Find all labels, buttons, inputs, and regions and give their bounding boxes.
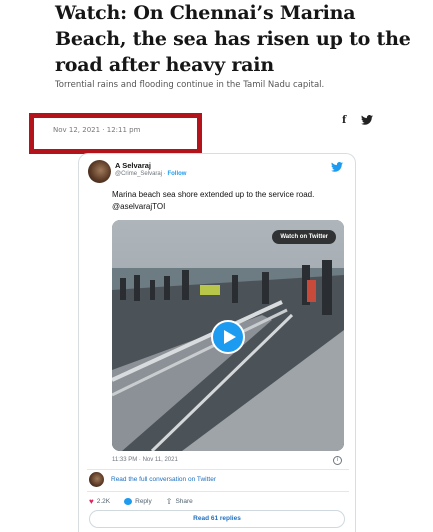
tweet-timestamp[interactable]: 11:33 PM · Nov 11, 2021 (112, 457, 178, 463)
article-subhead: Torrential rains and flooding continue i… (55, 80, 325, 90)
reply-action[interactable]: Reply (124, 498, 152, 505)
facebook-icon[interactable]: f (342, 115, 346, 126)
like-count: 2.2K (96, 498, 111, 505)
watch-on-twitter-button[interactable]: Watch on Twitter (272, 230, 336, 244)
like-action[interactable]: ♥ 2.2K (89, 497, 110, 506)
avatar[interactable] (88, 160, 111, 183)
tweet-handle-line: @Crime_Selvaraj · Follow (115, 171, 186, 177)
heart-icon: ♥ (89, 497, 94, 506)
reply-label: Reply (135, 498, 152, 505)
info-icon[interactable]: i (333, 456, 342, 465)
tweet-actions: ♥ 2.2K Reply ⇧ Share (89, 497, 193, 506)
share-icon: ⇧ (165, 497, 173, 506)
play-icon (224, 330, 236, 344)
play-button[interactable] (211, 320, 245, 354)
read-full-conversation-link[interactable]: Read the full conversation on Twitter (111, 476, 216, 483)
article-date: Nov 12, 2021 · 12:11 pm (53, 126, 141, 134)
share-action[interactable]: ⇧ Share (166, 497, 193, 506)
tweet-handle[interactable]: @Crime_Selvaraj (115, 171, 162, 177)
embedded-tweet: A Selvaraj @Crime_Selvaraj · Follow Mari… (78, 153, 356, 532)
divider (87, 491, 349, 492)
twitter-bird-icon[interactable] (361, 115, 373, 125)
share-label: Share (175, 498, 193, 505)
avatar-small (89, 472, 104, 487)
tweet-video[interactable]: Watch on Twitter (112, 220, 344, 451)
tweet-text: Marina beach sea shore extended up to th… (112, 190, 315, 211)
article-headline: Watch: On Chennai’s Marina Beach, the se… (55, 2, 411, 76)
twitter-bird-icon[interactable] (331, 162, 343, 172)
reply-icon (124, 498, 133, 505)
read-replies-button[interactable]: Read 61 replies (89, 510, 345, 528)
follow-link[interactable]: Follow (167, 171, 186, 177)
divider (87, 469, 349, 470)
tweet-author-name[interactable]: A Selvaraj (115, 161, 151, 170)
